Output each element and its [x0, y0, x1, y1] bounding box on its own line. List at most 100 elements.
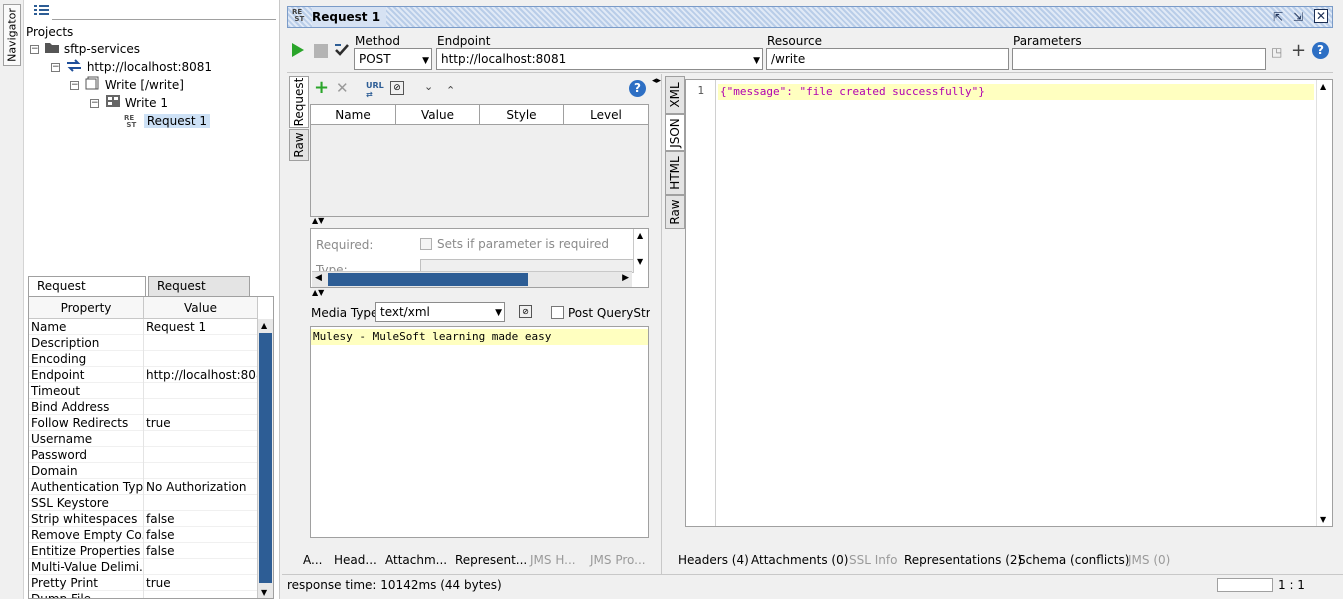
column-header-value[interactable]: Value [144, 297, 258, 319]
tab-request-properties[interactable]: Request Properties [28, 276, 146, 312]
copy-params-icon[interactable]: ◳ [1271, 45, 1282, 59]
property-value[interactable] [144, 431, 258, 447]
response-bottom-tab-0[interactable]: Headers (4) [678, 552, 749, 568]
property-row[interactable]: Domain [29, 463, 258, 479]
scroll-down-icon[interactable]: ▼ [637, 257, 643, 266]
tree-view-toggle-icon[interactable] [34, 4, 50, 18]
method-select[interactable]: POST ▼ [354, 48, 432, 70]
tree-item-resource[interactable]: Write [/write] [85, 76, 184, 94]
media-type-select[interactable]: text/xml ▼ [375, 302, 505, 322]
scroll-up-icon[interactable]: ▲ [261, 321, 267, 330]
property-value[interactable]: false [144, 511, 258, 527]
response-bottom-tab-2[interactable]: SSL Info [849, 552, 897, 568]
remove-param-icon[interactable]: ✕ [336, 80, 349, 96]
response-editor[interactable]: 1 {"message": "file created successfully… [685, 79, 1333, 527]
request-body-editor[interactable]: Mulesy - MuleSoft learning made easy [310, 326, 649, 538]
property-row[interactable]: Endpointhttp://localhost:8081 [29, 367, 258, 383]
property-value[interactable]: http://localhost:8081 [144, 367, 258, 383]
property-value[interactable] [144, 559, 258, 575]
column-header-property[interactable]: Property [29, 297, 144, 319]
properties-scroll-thumb[interactable] [259, 333, 272, 583]
property-row[interactable]: Username [29, 431, 258, 447]
property-row[interactable]: Name Request 1 [29, 319, 258, 335]
property-value[interactable] [144, 495, 258, 511]
help-icon[interactable]: ? [1312, 42, 1329, 59]
property-row[interactable]: SSL Keystore [29, 495, 258, 511]
post-query-checkbox[interactable] [551, 306, 564, 319]
pane-splitter[interactable] [661, 74, 662, 574]
properties-scrollbar[interactable]: ▲ ▼ [257, 319, 273, 598]
request-bottom-tab-2[interactable]: Attachm... [385, 552, 447, 568]
tree-item-method[interactable]: Write 1 [105, 94, 168, 112]
scroll-down-icon[interactable]: ▼ [261, 588, 267, 597]
endpoint-combobox[interactable]: http://localhost:8081 ▼ [436, 48, 763, 70]
property-row[interactable]: Pretty Print true [29, 575, 258, 591]
tab-html[interactable]: HTML [665, 151, 685, 195]
parameters-input[interactable] [1012, 48, 1266, 70]
response-scrollbar[interactable]: ▲ ▼ [1316, 80, 1332, 526]
response-bottom-tab-1[interactable]: Attachments (0) [751, 552, 848, 568]
property-row[interactable]: Authentication Type No Authorization [29, 479, 258, 495]
tree-item-request[interactable]: RE ST Request 1 [124, 112, 211, 130]
tree-collapse-toggle[interactable]: − [51, 63, 60, 72]
property-row[interactable]: Strip whitespaces false [29, 511, 258, 527]
tab-request[interactable]: Request [289, 76, 309, 128]
property-value[interactable]: true [144, 575, 258, 591]
tree-collapse-toggle[interactable]: − [70, 81, 79, 90]
property-row[interactable]: Follow Redirects true [29, 415, 258, 431]
tree-item-project[interactable]: sftp-services [44, 40, 140, 58]
scroll-left-icon[interactable]: ◀ [315, 273, 322, 283]
tree-root-projects[interactable]: Projects [26, 23, 73, 41]
split-arrow-icon[interactable]: ◂▸ [652, 76, 661, 86]
property-row[interactable]: Entitize Properties false [29, 543, 258, 559]
scroll-up-icon[interactable]: ▲ [1320, 82, 1326, 91]
tab-raw[interactable]: Raw [289, 129, 309, 161]
help-icon[interactable]: ? [629, 80, 646, 97]
add-param-icon[interactable]: + [314, 78, 329, 98]
tab-json[interactable]: JSON [665, 114, 685, 151]
column-header-level[interactable]: Level [564, 105, 648, 125]
resource-input[interactable]: /write [766, 48, 1009, 70]
request-bottom-tab-1[interactable]: Head... [334, 552, 377, 568]
clear-icon[interactable]: ⊘ [390, 81, 404, 95]
tree-item-service[interactable]: http://localhost:8081 [65, 58, 212, 76]
property-value[interactable]: false [144, 543, 258, 559]
collapse-details-icon[interactable]: ▲▼ [312, 216, 324, 225]
property-value[interactable] [144, 383, 258, 399]
required-checkbox[interactable] [420, 238, 432, 250]
tab-request-params[interactable]: Request Params [148, 276, 250, 312]
property-value[interactable] [144, 463, 258, 479]
property-value[interactable]: Request 1 [144, 319, 258, 335]
property-value[interactable]: false [144, 527, 258, 543]
property-row[interactable]: Password [29, 447, 258, 463]
tree-collapse-toggle[interactable]: − [90, 99, 99, 108]
property-value[interactable] [144, 351, 258, 367]
property-value[interactable]: true [144, 415, 258, 431]
property-value[interactable] [144, 335, 258, 351]
stop-button[interactable] [314, 44, 328, 58]
request-bottom-tab-5[interactable]: JMS Pro... [590, 552, 646, 568]
property-row[interactable]: Encoding [29, 351, 258, 367]
details-hscrollbar[interactable]: ◀ ▶ [312, 271, 632, 287]
response-bottom-tab-4[interactable]: Schema (conflicts) [1018, 552, 1129, 568]
request-bottom-tab-4[interactable]: JMS H... [530, 552, 576, 568]
property-value[interactable] [144, 399, 258, 415]
tree-collapse-toggle[interactable]: − [30, 45, 39, 54]
response-bottom-tab-3[interactable]: Representations (2) [904, 552, 1022, 568]
response-bottom-tab-5[interactable]: JMS (0) [1128, 552, 1170, 568]
scroll-down-icon[interactable]: ▼ [1320, 515, 1326, 524]
column-header-value[interactable]: Value [396, 105, 480, 125]
navigator-tab[interactable]: Navigator [3, 4, 21, 66]
property-row[interactable]: Bind Address [29, 399, 258, 415]
property-value[interactable] [144, 591, 258, 598]
property-row[interactable]: Timeout [29, 383, 258, 399]
move-up-icon[interactable]: ⌃ [446, 84, 455, 97]
scroll-up-icon[interactable]: ▲ [637, 231, 643, 240]
format-icon[interactable]: ⊘ [519, 305, 532, 318]
close-icon[interactable]: ✕ [1314, 9, 1328, 23]
property-row[interactable]: Remove Empty Co... false [29, 527, 258, 543]
tab-xml[interactable]: XML [665, 76, 685, 114]
hscroll-thumb[interactable] [328, 273, 528, 286]
details-vscrollbar[interactable]: ▲ ▼ [633, 229, 648, 273]
detach-icon[interactable]: ⇱ [1270, 9, 1286, 25]
